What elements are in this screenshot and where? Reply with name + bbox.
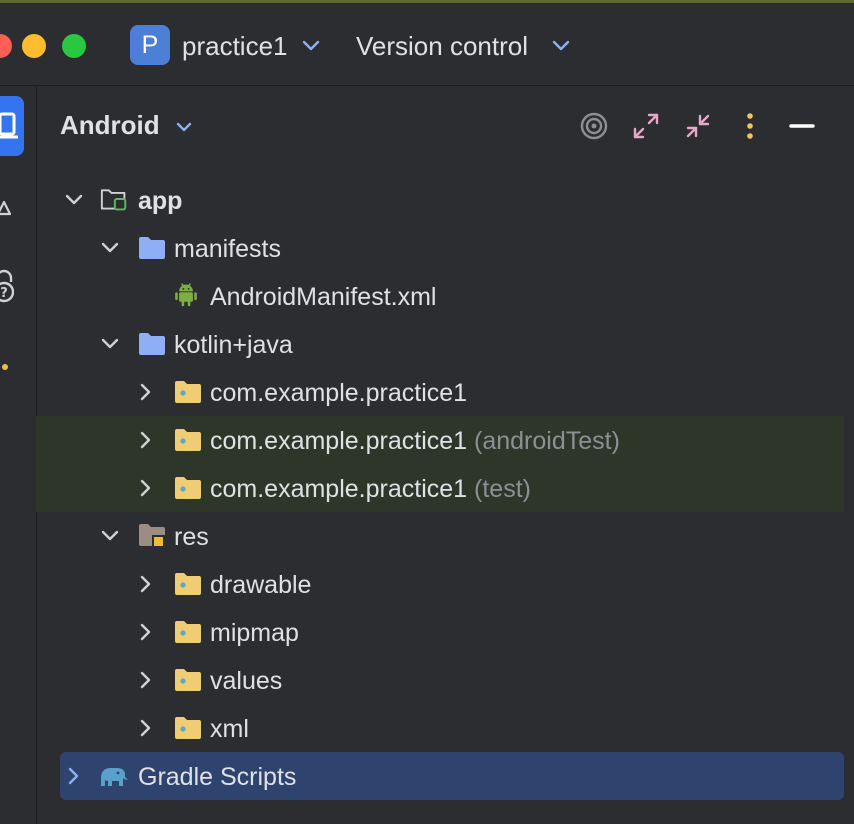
- package-folder-icon: [175, 429, 201, 451]
- minimize-window-button[interactable]: [22, 34, 46, 58]
- chevron-right-icon[interactable]: [134, 428, 158, 452]
- folder-icon: [139, 333, 165, 355]
- package-folder-icon: [175, 477, 201, 499]
- view-chevron-down-icon[interactable]: [176, 122, 192, 134]
- tree-item-kotlin-java[interactable]: kotlin+java: [36, 320, 844, 368]
- package-name: com.example.practice1: [210, 475, 468, 503]
- collapse-all-icon[interactable]: [680, 108, 716, 144]
- package-folder-icon: [175, 669, 201, 691]
- project-icon: [0, 112, 18, 139]
- tree-label: values: [210, 667, 283, 695]
- tree-label: xml: [210, 715, 249, 743]
- version-control-menu[interactable]: Version control: [356, 31, 528, 62]
- chevron-right-icon[interactable]: [62, 764, 86, 788]
- package-folder-icon: [175, 621, 201, 643]
- tree-label: mipmap: [210, 619, 299, 647]
- project-badge[interactable]: P: [130, 25, 170, 65]
- resource-folder-icon: [139, 524, 165, 548]
- chevron-right-icon[interactable]: [134, 716, 158, 740]
- chevron-down-icon[interactable]: [62, 188, 86, 212]
- chevron-right-icon[interactable]: [134, 668, 158, 692]
- svg-text:?: ?: [0, 286, 8, 301]
- tree-label: app: [138, 187, 183, 215]
- folder-icon: [139, 237, 165, 259]
- tree-label: kotlin+java: [174, 331, 293, 359]
- tree-label: com.example.practice1: [210, 379, 468, 407]
- tree-item-values[interactable]: values: [36, 656, 844, 704]
- locate-icon[interactable]: [576, 108, 612, 144]
- package-folder-icon: [175, 381, 201, 403]
- tree-item-package-main[interactable]: com.example.practice1: [36, 368, 844, 416]
- expand-all-icon[interactable]: [628, 108, 664, 144]
- project-tool-window-button[interactable]: [0, 96, 24, 156]
- tree-item-app[interactable]: app: [36, 176, 844, 224]
- tree-label: res: [174, 523, 209, 551]
- module-folder-icon: [100, 189, 127, 211]
- tree-label: com.example.practice1 (test): [210, 475, 531, 504]
- tree-label: com.example.practice1 (androidTest): [210, 427, 620, 456]
- version-control-chevron-down-icon[interactable]: [552, 39, 570, 53]
- tree-item-mipmap[interactable]: mipmap: [36, 608, 844, 656]
- tree-label: manifests: [174, 235, 281, 263]
- source-set-suffix: (androidTest): [474, 427, 620, 455]
- tree-label: drawable: [210, 571, 312, 599]
- tree-item-package-android-test[interactable]: com.example.practice1 (androidTest): [36, 416, 844, 464]
- tree-item-res[interactable]: res: [36, 512, 844, 560]
- more-options-icon[interactable]: [732, 108, 768, 144]
- chevron-right-icon[interactable]: [134, 572, 158, 596]
- gradle-elephant-icon: [101, 768, 128, 786]
- chevron-right-icon[interactable]: [134, 380, 158, 404]
- tool-window-strip: ?: [0, 86, 37, 824]
- tree-label: Gradle Scripts: [138, 763, 297, 791]
- resource-manager-icon[interactable]: ?: [0, 266, 14, 306]
- panel-title[interactable]: Android: [60, 110, 160, 141]
- package-name: com.example.practice1: [210, 427, 468, 455]
- tree-label: AndroidManifest.xml: [210, 283, 437, 311]
- tree-item-gradle-scripts[interactable]: Gradle Scripts: [60, 752, 844, 800]
- android-icon: [175, 283, 197, 307]
- triangle-tool-icon[interactable]: [0, 200, 12, 218]
- tree-item-package-test[interactable]: com.example.practice1 (test): [36, 464, 844, 512]
- notification-dot: [2, 364, 8, 370]
- package-folder-icon: [175, 717, 201, 739]
- package-folder-icon: [175, 573, 201, 595]
- tree-item-drawable[interactable]: drawable: [36, 560, 844, 608]
- minimize-icon[interactable]: [784, 108, 820, 144]
- chevron-right-icon[interactable]: [134, 620, 158, 644]
- chevron-down-icon[interactable]: [98, 524, 122, 548]
- chevron-down-icon[interactable]: [98, 236, 122, 260]
- tree-item-manifests[interactable]: manifests: [36, 224, 844, 272]
- source-set-suffix: (test): [474, 475, 531, 503]
- chevron-right-icon[interactable]: [134, 476, 158, 500]
- tree-item-android-manifest[interactable]: AndroidManifest.xml: [36, 272, 844, 320]
- project-chevron-down-icon[interactable]: [302, 39, 320, 53]
- tree-item-xml[interactable]: xml: [36, 704, 844, 752]
- close-window-button[interactable]: [0, 34, 12, 58]
- zoom-window-button[interactable]: [62, 34, 86, 58]
- chevron-down-icon[interactable]: [98, 332, 122, 356]
- project-name[interactable]: practice1: [182, 31, 288, 62]
- title-bar: P practice1 Version control: [0, 3, 854, 86]
